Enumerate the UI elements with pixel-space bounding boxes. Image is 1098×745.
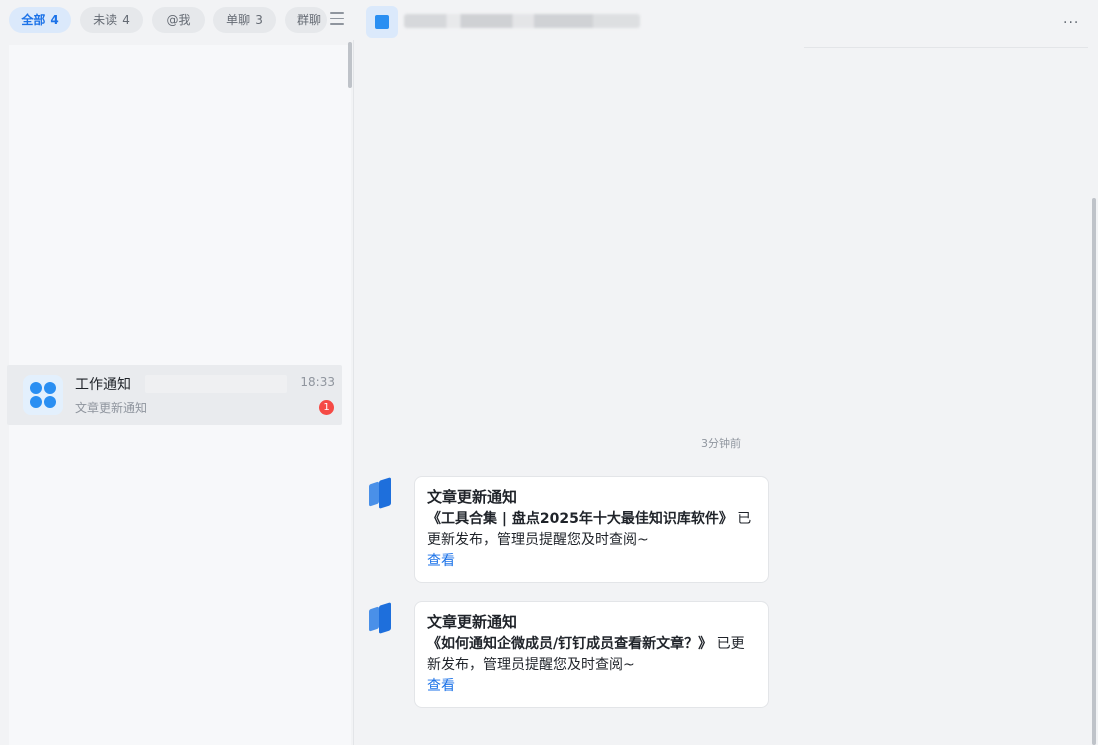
filter-group[interactable]: 群聊 (285, 7, 327, 33)
conversation-panel: 全部 4 未读 4 @我 单聊 3 群聊 工作通知 18:33 文章更新通知 1 (0, 0, 354, 745)
sender-avatar-icon[interactable] (367, 476, 399, 510)
work-notice-avatar-icon (23, 375, 63, 415)
message-timestamp: 3分钟前 (701, 437, 741, 450)
title-redacted (145, 375, 287, 393)
conversation-preview: 文章更新通知 (75, 401, 148, 415)
conversation-item-work-notice[interactable]: 工作通知 18:33 文章更新通知 1 (7, 365, 342, 425)
filter-all-label: 全部 (21, 13, 46, 27)
filter-all[interactable]: 全部 4 (9, 7, 71, 33)
filter-unread[interactable]: 未读 4 (80, 7, 143, 33)
conversation-list-scrollbar[interactable] (348, 42, 352, 88)
filter-unread-label: 未读 (93, 13, 118, 27)
filter-group-label: 群聊 (297, 13, 322, 27)
conversation-time: 18:33 (300, 375, 335, 389)
view-link[interactable]: 查看 (427, 551, 756, 572)
view-link[interactable]: 查看 (427, 676, 756, 697)
chat-panel: ··· 3分钟前 文章更新通知 《工具合集 | 盘点2025年十大最佳知识库软件… (354, 0, 1098, 745)
filter-direct-label: 单聊 (226, 13, 251, 27)
message-body: 《工具合集 | 盘点2025年十大最佳知识库软件》 已更新发布，管理员提醒您及时… (427, 509, 756, 551)
chat-header: ··· (354, 0, 1098, 48)
message-body: 《如何通知企微成员/钉钉成员查看新文章？》 已更新发布，管理员提醒您及时查阅~ (427, 634, 756, 676)
chat-title-redacted (404, 14, 640, 28)
message-title: 文章更新通知 (427, 613, 518, 631)
menu-icon[interactable] (330, 12, 344, 26)
filter-direct[interactable]: 单聊 3 (213, 7, 276, 33)
filter-bar: 全部 4 未读 4 @我 单聊 3 群聊 (0, 0, 354, 40)
chat-scrollbar[interactable] (1092, 198, 1096, 745)
filter-direct-count: 3 (255, 13, 263, 27)
message-title: 文章更新通知 (427, 488, 518, 506)
unread-badge: 1 (319, 400, 334, 415)
filter-all-count: 4 (50, 13, 59, 27)
conversation-title: 工作通知 (75, 377, 131, 393)
message-card: 文章更新通知 《工具合集 | 盘点2025年十大最佳知识库软件》 已更新发布，管… (414, 476, 769, 583)
header-divider (804, 47, 1088, 48)
message-card: 文章更新通知 《如何通知企微成员/钉钉成员查看新文章？》 已更新发布，管理员提醒… (414, 601, 769, 708)
chat-avatar[interactable] (366, 6, 398, 38)
sender-avatar-icon[interactable] (367, 601, 399, 635)
filter-unread-count: 4 (122, 13, 130, 27)
filter-mentions[interactable]: @我 (152, 7, 205, 33)
message-article: 《如何通知企微成员/钉钉成员查看新文章？》 (427, 636, 713, 652)
more-icon[interactable]: ··· (1063, 15, 1079, 31)
message-article: 《工具合集 | 盘点2025年十大最佳知识库软件》 (427, 511, 733, 527)
filter-mentions-label: @我 (166, 13, 191, 27)
